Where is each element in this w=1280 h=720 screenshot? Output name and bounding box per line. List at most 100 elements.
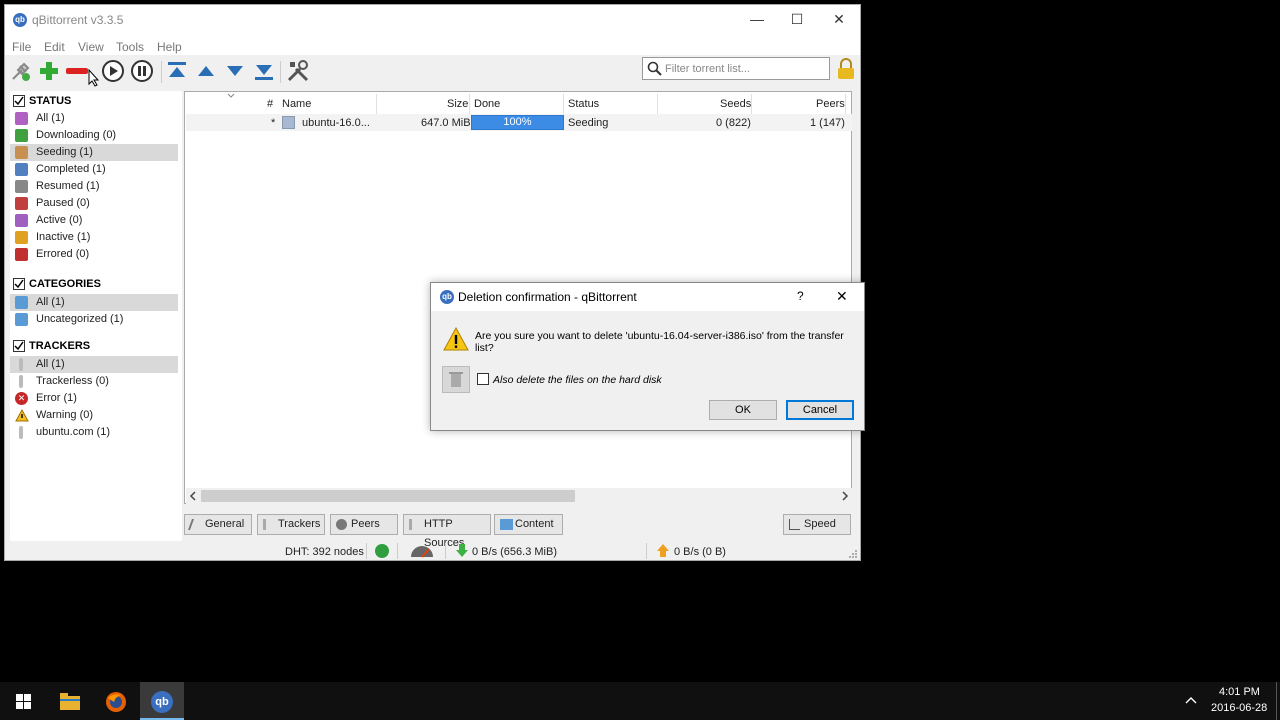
status-separator [397,543,398,559]
maximize-button[interactable]: ☐ [777,5,817,35]
status-item-inactive[interactable]: Inactive (1) [10,229,178,246]
increase-priority-button[interactable] [194,59,218,83]
status-item-completed[interactable]: Completed (1) [10,161,178,178]
status-item-resumed[interactable]: Resumed (1) [10,178,178,195]
categories-section-checkbox[interactable] [13,278,25,290]
tracker-item-trackerless[interactable]: Trackerless (0) [10,373,178,390]
decrease-priority-button[interactable] [223,59,247,83]
connection-status-icon[interactable] [375,544,389,558]
clock-date[interactable]: 2016-06-28 [1211,702,1267,714]
tracker-item-all[interactable]: All (1) [10,356,178,373]
menu-edit[interactable]: Edit [44,40,65,54]
clock-time[interactable]: 4:01 PM [1219,686,1260,698]
add-torrent-button[interactable] [37,59,61,83]
category-item-label: Uncategorized (1) [36,313,124,325]
start-button[interactable] [0,682,46,720]
status-item-label: Inactive (1) [36,231,91,243]
category-item-uncategorized[interactable]: Uncategorized (1) [10,311,178,328]
close-button[interactable]: ✕ [819,5,859,35]
options-button[interactable] [286,59,310,83]
bottom-priority-button[interactable] [252,59,276,83]
resize-grip-icon[interactable] [848,549,858,559]
cell-name: ubuntu-16.0... [302,117,370,129]
status-heading: STATUS [29,95,72,107]
menu-tools[interactable]: Tools [116,40,144,54]
firefox-button[interactable] [94,682,138,720]
status-item-all[interactable]: All (1) [10,110,178,127]
upload-speed: 0 B/s (0 B) [674,546,726,558]
cell-num: * [271,117,276,129]
ok-button[interactable]: OK [709,400,777,420]
download-speed: 0 B/s (656.3 MiB) [472,546,557,558]
search-icon [647,61,662,76]
horizontal-scrollbar[interactable] [186,488,852,504]
column-header-num[interactable]: # [267,98,273,110]
minimize-button[interactable]: — [737,5,777,35]
inactive-icon [15,231,28,244]
file-explorer-button[interactable] [48,682,92,720]
speed-limit-icon[interactable] [409,544,435,558]
status-item-errored[interactable]: Errored (0) [10,246,178,263]
tracker-icon [19,358,23,371]
trash-icon [442,366,470,393]
delete-button[interactable] [65,59,89,83]
column-header-peers[interactable]: Peers [816,98,845,110]
status-item-label: All (1) [36,112,65,124]
qbittorrent-app-icon: qb [440,290,454,304]
download-arrow-icon [456,544,468,557]
upload-arrow-icon [657,544,669,557]
tab-content[interactable]: Content [494,514,563,535]
filter-input[interactable]: Filter torrent list... [642,57,830,80]
lock-button[interactable] [835,57,857,81]
menu-file[interactable]: File [12,40,31,54]
table-row[interactable]: * ubuntu-16.0... 647.0 MiB 100% Seeding … [186,114,852,131]
category-item-all[interactable]: All (1) [10,294,178,311]
show-desktop-button[interactable] [1276,682,1277,720]
tracker-item-error[interactable]: ✕ Error (1) [10,390,178,407]
status-section-checkbox[interactable] [13,95,25,107]
toolbar-separator [161,61,162,83]
tab-trackers[interactable]: Trackers [257,514,325,535]
status-item-active[interactable]: Active (0) [10,212,178,229]
tab-speed[interactable]: Speed [783,514,851,535]
status-item-downloading[interactable]: Downloading (0) [10,127,178,144]
folder-icon [15,313,28,326]
tab-http-sources[interactable]: HTTP Sources [403,514,491,549]
column-header-status[interactable]: Status [568,98,599,110]
tab-peers[interactable]: Peers [330,514,398,535]
status-item-paused[interactable]: Paused (0) [10,195,178,212]
check-icon [14,279,24,289]
trackers-heading: TRACKERS [29,340,91,352]
status-item-seeding[interactable]: Seeding (1) [10,144,178,161]
general-icon [187,519,204,530]
category-item-label: All (1) [36,296,65,308]
top-priority-button[interactable] [165,59,189,83]
scrollbar-thumb[interactable] [201,490,575,502]
trackers-section-checkbox[interactable] [13,340,25,352]
column-header-size[interactable]: Size [447,98,468,110]
pause-button[interactable] [130,59,154,83]
delete-files-label[interactable]: Also delete the files on the hard disk [493,374,662,386]
menu-view[interactable]: View [78,40,104,54]
column-header-seeds[interactable]: Seeds [720,98,751,110]
cancel-button[interactable]: Cancel [786,400,854,420]
tracker-item-ubuntu[interactable]: ubuntu.com (1) [10,424,178,441]
speed-chart-icon [789,519,800,530]
add-link-button[interactable] [9,59,33,83]
column-header-done[interactable]: Done [474,98,500,110]
column-header-name[interactable]: Name [282,98,311,110]
dialog-title: Deletion confirmation - qBittorrent [458,290,637,304]
tab-label: Content [515,518,554,530]
dialog-close-button[interactable]: ✕ [836,288,848,305]
qbittorrent-taskbar-button[interactable]: qb [140,682,184,720]
delete-files-checkbox[interactable] [477,373,489,385]
resume-button[interactable] [101,59,125,83]
add-torrent-icon [40,62,58,80]
progress-bar: 100% [471,115,564,130]
tab-general[interactable]: General [184,514,252,535]
tracker-item-warning[interactable]: Warning (0) [10,407,178,424]
menu-help[interactable]: Help [157,40,182,54]
help-button[interactable]: ? [797,289,804,303]
completed-icon [15,163,28,176]
tray-chevron-up-icon[interactable] [1185,696,1197,704]
